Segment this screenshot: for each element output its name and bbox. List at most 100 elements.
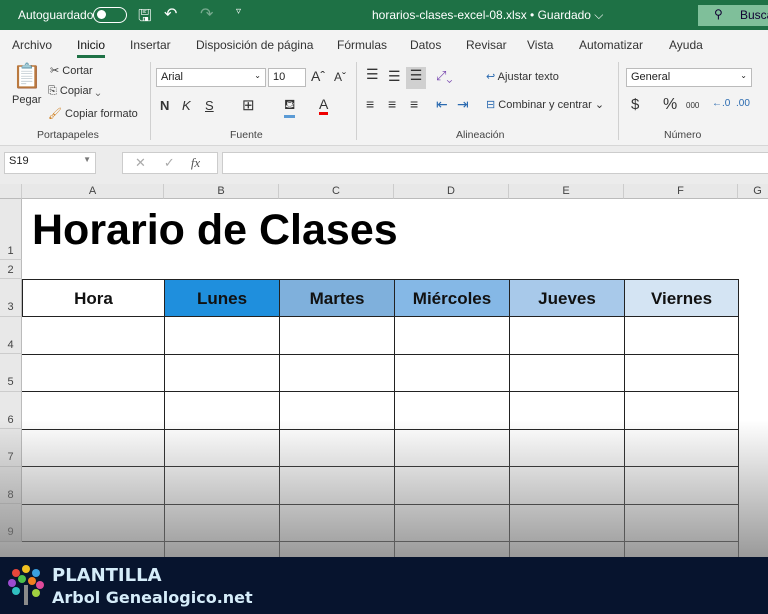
row-header-9[interactable]: 9 xyxy=(0,504,22,542)
schedule-cell[interactable] xyxy=(279,392,395,430)
schedule-cell[interactable] xyxy=(624,354,739,392)
font-color-icon[interactable]: A xyxy=(319,96,329,115)
file-name[interactable]: horarios-clases-excel-08.xlsx • Guardado… xyxy=(372,8,603,23)
row-header-5[interactable]: 5 xyxy=(0,354,22,392)
align-top-icon[interactable]: ☰ xyxy=(366,66,379,83)
column-header-c[interactable]: C xyxy=(279,184,394,199)
tab-inicio[interactable]: Inicio xyxy=(77,38,106,58)
increase-indent-icon[interactable]: ⇥ xyxy=(457,96,469,113)
header-cell-jueves[interactable]: Jueves xyxy=(509,279,625,317)
enter-icon[interactable]: ✓ xyxy=(164,155,175,170)
schedule-cell[interactable] xyxy=(509,504,625,542)
schedule-cell[interactable] xyxy=(22,392,165,430)
schedule-cell[interactable] xyxy=(22,354,165,392)
row-header-6[interactable]: 6 xyxy=(0,392,22,429)
schedule-cell[interactable] xyxy=(164,504,280,542)
function-icon[interactable]: fx xyxy=(191,155,200,170)
row-header-4[interactable]: 4 xyxy=(0,317,22,354)
tab-revisar[interactable]: Revisar xyxy=(466,38,507,52)
schedule-cell[interactable] xyxy=(22,317,165,355)
tab-formulas[interactable]: Fórmulas xyxy=(337,38,387,52)
percent-button[interactable]: % xyxy=(663,96,677,114)
tab-disposicion[interactable]: Disposición de página xyxy=(196,38,313,52)
schedule-cell[interactable] xyxy=(279,429,395,467)
select-all-corner[interactable] xyxy=(0,184,22,199)
header-cell-hora[interactable]: Hora xyxy=(22,279,165,317)
schedule-cell[interactable] xyxy=(509,467,625,505)
schedule-cell[interactable] xyxy=(624,467,739,505)
row-header-7[interactable]: 7 xyxy=(0,429,22,467)
thousands-button[interactable]: 000 xyxy=(686,101,699,110)
decrease-decimal-icon[interactable]: .00 xyxy=(736,98,750,109)
align-center-icon[interactable]: ≡ xyxy=(388,96,396,112)
schedule-cell[interactable] xyxy=(279,317,395,355)
formula-input[interactable] xyxy=(222,152,768,174)
font-name-select[interactable]: Arial ⌄ xyxy=(156,68,266,87)
cancel-icon[interactable]: ✕ xyxy=(135,155,146,170)
grow-font-icon[interactable]: Aˆ xyxy=(311,68,325,84)
format-painter-button[interactable]: 🖌 Copiar formato xyxy=(48,107,138,120)
schedule-cell[interactable] xyxy=(394,429,510,467)
schedule-cell[interactable] xyxy=(22,504,165,542)
column-header-f[interactable]: F xyxy=(624,184,738,199)
schedule-cell[interactable] xyxy=(164,354,280,392)
align-right-icon[interactable]: ≡ xyxy=(410,96,418,112)
tab-automatizar[interactable]: Automatizar xyxy=(579,38,643,52)
increase-decimal-icon[interactable]: ←.0 xyxy=(712,98,730,109)
merge-center-button[interactable]: ⊟ Combinar y centrar ⌄ xyxy=(486,98,604,111)
font-size-select[interactable]: 10 xyxy=(268,68,306,87)
decrease-indent-icon[interactable]: ⇤ xyxy=(436,96,448,113)
underline-button[interactable]: S xyxy=(205,98,214,113)
schedule-cell[interactable] xyxy=(394,504,510,542)
align-left-icon[interactable]: ≡ xyxy=(366,96,374,112)
schedule-cell[interactable] xyxy=(279,467,395,505)
column-header-g[interactable]: G xyxy=(738,184,768,199)
column-header-b[interactable]: B xyxy=(164,184,279,199)
tab-insertar[interactable]: Insertar xyxy=(130,38,171,52)
borders-icon[interactable]: ⊞ xyxy=(242,96,255,114)
header-cell-miercoles[interactable]: Miércoles xyxy=(394,279,510,317)
paste-icon[interactable]: 📋 xyxy=(12,62,42,91)
schedule-cell[interactable] xyxy=(22,467,165,505)
save-icon[interactable]: 🖫 xyxy=(138,5,152,32)
row-header-3[interactable]: 3 xyxy=(0,279,22,317)
italic-button[interactable]: K xyxy=(182,98,191,113)
cut-button[interactable]: ✂ Cortar xyxy=(50,64,93,77)
schedule-cell[interactable] xyxy=(509,392,625,430)
search-box[interactable]: ⚲ Buscar xyxy=(698,5,768,26)
schedule-cell[interactable] xyxy=(624,392,739,430)
wrap-text-button[interactable]: ↩ Ajustar texto xyxy=(486,70,559,83)
schedule-cell[interactable] xyxy=(164,392,280,430)
orientation-icon[interactable]: ⤢⌄ xyxy=(436,68,453,84)
schedule-cell[interactable] xyxy=(394,317,510,355)
redo-icon[interactable]: ↷ xyxy=(200,4,213,24)
sheet-title[interactable]: Horario de Clases xyxy=(32,206,398,255)
schedule-cell[interactable] xyxy=(394,467,510,505)
currency-button[interactable]: $ xyxy=(631,96,639,113)
schedule-cell[interactable] xyxy=(509,317,625,355)
column-header-d[interactable]: D xyxy=(394,184,509,199)
row-header-1[interactable]: 1 xyxy=(0,199,22,260)
shrink-font-icon[interactable]: Aˇ xyxy=(334,70,346,84)
name-box[interactable]: S19 ▼ xyxy=(4,152,96,174)
row-header-2[interactable]: 2 xyxy=(0,260,22,279)
schedule-cell[interactable] xyxy=(394,354,510,392)
column-header-e[interactable]: E xyxy=(509,184,624,199)
bold-button[interactable]: N xyxy=(160,98,169,113)
schedule-cell[interactable] xyxy=(394,392,510,430)
copy-button[interactable]: ⎘ Copiar ⌄ xyxy=(48,85,101,98)
schedule-cell[interactable] xyxy=(624,317,739,355)
schedule-cell[interactable] xyxy=(279,504,395,542)
schedule-cell[interactable] xyxy=(22,429,165,467)
row-header-8[interactable]: 8 xyxy=(0,467,22,504)
autosave-toggle[interactable] xyxy=(93,7,127,23)
header-cell-viernes[interactable]: Viernes xyxy=(624,279,739,317)
header-cell-lunes[interactable]: Lunes xyxy=(164,279,280,317)
header-cell-martes[interactable]: Martes xyxy=(279,279,395,317)
schedule-cell[interactable] xyxy=(624,429,739,467)
schedule-cell[interactable] xyxy=(164,317,280,355)
number-format-select[interactable]: General ⌄ xyxy=(626,68,752,87)
schedule-cell[interactable] xyxy=(279,354,395,392)
customize-qat-icon[interactable]: ▿ xyxy=(236,6,241,17)
undo-icon[interactable]: ↶ xyxy=(164,4,177,24)
